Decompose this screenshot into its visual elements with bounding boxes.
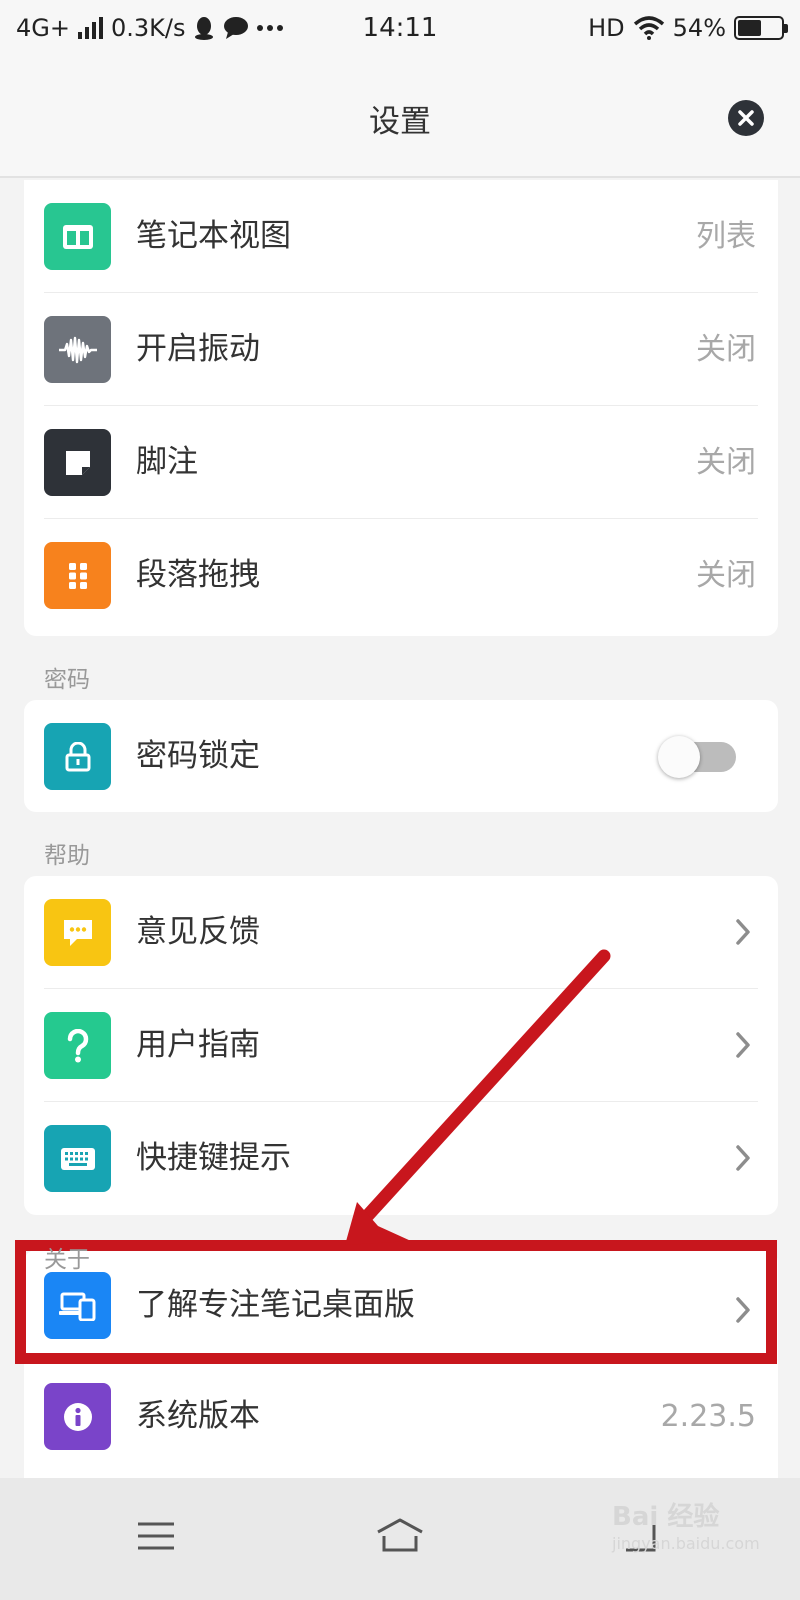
question-icon [44,1012,111,1079]
section-header-password: 密码 [44,667,90,693]
system-version-row[interactable]: 系统版本 2.23.5 [24,1360,778,1473]
signal-icon [77,17,103,39]
section-header-help: 帮助 [44,843,90,869]
header-bar: 设置 [0,56,800,178]
section-header-about: 关于 [44,1247,90,1273]
more-dots-icon [257,25,284,31]
version-value: 2.23.5 [660,1399,756,1434]
menu-button[interactable] [116,1506,196,1566]
toggle-knob [658,736,700,778]
password-lock-row[interactable]: 密码锁定 [24,700,778,813]
display-settings-card: 笔记本视图 列表 开启振动 关闭 脚注 关闭 段落拖拽 关闭 [24,180,778,636]
home-button[interactable] [360,1506,440,1566]
row-label: 笔记本视图 [136,218,291,254]
row-value: 列表 [696,219,756,254]
keyboard-icon [44,1125,111,1192]
feedback-icon [44,899,111,966]
paragraph-drag-row[interactable]: 段落拖拽 关闭 [24,519,778,632]
home-icon [377,1518,423,1552]
notebook-view-row[interactable]: 笔记本视图 列表 [24,180,778,293]
row-label: 密码锁定 [136,738,260,774]
battery-icon [734,16,788,40]
watermark-url: jingyan.baidu.com [612,1534,760,1553]
chevron-right-icon [736,1145,750,1171]
page-title: 设置 [369,104,431,140]
user-guide-row[interactable]: 用户指南 [24,989,778,1102]
network-speed: 0.3K/s [110,14,186,42]
row-value: 关闭 [696,332,756,367]
footnote-row[interactable]: 脚注 关闭 [24,406,778,519]
row-label: 系统版本 [136,1398,260,1434]
close-icon [738,110,754,126]
status-bar: 4G+ 0.3K/s 14:11 HD 54% [0,0,800,56]
status-left: 4G+ 0.3K/s [16,14,284,42]
vibration-row[interactable]: 开启振动 关闭 [24,293,778,406]
notebook-view-icon [44,203,111,270]
row-value: 关闭 [696,445,756,480]
hd-indicator: HD [588,14,625,42]
row-label: 快捷键提示 [136,1140,291,1176]
row-label: 开启振动 [136,331,260,367]
highlight-box [15,1240,777,1364]
qq-icon [195,17,214,40]
row-label: 脚注 [136,444,198,480]
lock-icon [44,723,111,790]
password-lock-toggle[interactable] [644,736,736,778]
row-label: 段落拖拽 [136,557,260,593]
drag-handle-icon [44,542,111,609]
vibration-wave-icon [44,316,111,383]
row-label: 意见反馈 [136,914,260,950]
watermark-logo: Bai 经验 [612,1502,720,1532]
password-card: 密码锁定 [24,700,778,812]
chevron-right-icon [736,919,750,945]
close-button[interactable] [728,100,764,136]
battery-percent: 54% [672,14,726,42]
chat-bubble-icon [224,17,249,39]
status-right: HD 54% [588,14,788,42]
shortcut-tips-row[interactable]: 快捷键提示 [24,1102,778,1215]
network-type: 4G+ [16,14,70,42]
chevron-right-icon [736,1032,750,1058]
wifi-icon [633,16,664,40]
info-icon [44,1383,111,1450]
help-card: 意见反馈 用户指南 快捷键提示 [24,876,778,1215]
row-value: 关闭 [696,558,756,593]
row-label: 用户指南 [136,1027,260,1063]
footnote-icon [44,429,111,496]
menu-icon [138,1522,174,1550]
feedback-row[interactable]: 意见反馈 [24,876,778,989]
